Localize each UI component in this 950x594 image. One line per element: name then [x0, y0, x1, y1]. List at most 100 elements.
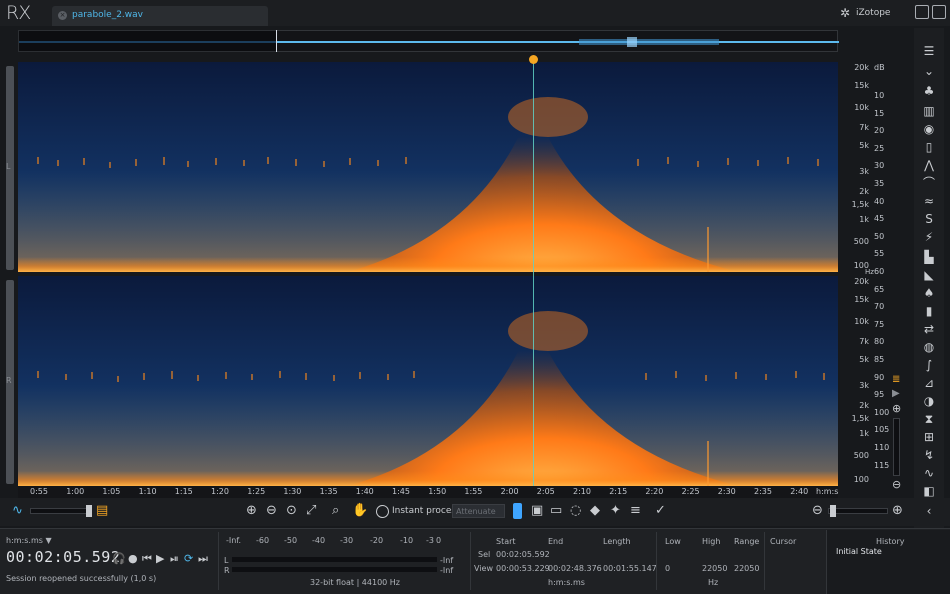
history-item[interactable]: Initial State: [836, 547, 882, 556]
meter-scale-label: -60: [256, 536, 270, 545]
check-icon[interactable]: ✓: [655, 504, 666, 518]
rewind-button-icon[interactable]: ⏮: [142, 552, 152, 566]
spectrogram-blend-slider[interactable]: [30, 508, 92, 514]
collapse-toolbar-icon[interactable]: ‹: [922, 504, 936, 518]
zoom-in-horizontal-icon[interactable]: ⊕: [892, 504, 903, 518]
divider: [218, 532, 219, 590]
time-frequency-selection-icon[interactable]: ▭: [550, 504, 562, 518]
dehum-icon[interactable]: ◉: [922, 122, 936, 136]
header-high: High: [702, 537, 721, 546]
view-end-value[interactable]: 00:02:48.376: [548, 564, 602, 573]
leveler-icon[interactable]: ♠: [922, 286, 936, 300]
gain-icon[interactable]: ⊞: [922, 430, 936, 444]
settings-icon[interactable]: [915, 5, 929, 19]
sel-start-value[interactable]: 00:02:05.592: [496, 550, 550, 559]
zoom-in-icon[interactable]: ⊕: [246, 504, 257, 518]
forward-button-icon[interactable]: ⏭: [198, 552, 208, 566]
monitor-headphone-icon[interactable]: 🎧: [112, 552, 126, 565]
rx-logo: RX: [6, 2, 31, 24]
fade-icon[interactable]: ⊿: [922, 376, 936, 390]
frequency-scale[interactable]: 20k 15k 10k 7k 5k 3k 2k 1,5k 1k 500 100 20k 15k 10k 7k…: [838, 62, 874, 486]
view-start-value[interactable]: 00:00:53.229: [496, 564, 550, 573]
resample-icon[interactable]: ↯: [922, 448, 936, 462]
spectrogram-view-icon[interactable]: ▤: [96, 504, 108, 518]
loudness-icon[interactable]: ▮: [922, 304, 936, 318]
spectrum-colormap-icon[interactable]: ≣: [892, 374, 900, 385]
horizontal-zoom-handle[interactable]: [830, 505, 836, 517]
denoise-icon[interactable]: ≈: [922, 194, 936, 208]
spectrogram-left[interactable]: [18, 62, 838, 272]
play-selection-icon[interactable]: ⏯: [170, 552, 179, 566]
time-format-selector[interactable]: h:m:s.ms ▼: [6, 536, 52, 545]
spectrogram-right[interactable]: [18, 276, 838, 486]
time-tick-label: 1:15: [174, 487, 193, 496]
harmonic-selection-icon[interactable]: ≡: [630, 504, 641, 518]
horizontal-zoom-slider[interactable]: [828, 508, 888, 514]
close-tab-icon[interactable]: ×: [58, 11, 67, 20]
playhead-line[interactable]: [533, 60, 534, 490]
overview-view-range[interactable]: [276, 30, 838, 52]
view-range-value[interactable]: 22050: [734, 564, 759, 573]
attenuate-dropdown[interactable]: Attenuate: [452, 504, 505, 518]
zoom-tool-icon[interactable]: ⌕: [332, 504, 339, 518]
breath-control-icon[interactable]: ◍: [922, 340, 936, 354]
db-tick-label: 90: [874, 372, 885, 382]
frequency-selection-tool-icon[interactable]: ▣: [531, 504, 543, 518]
vertical-zoom-slider[interactable]: [893, 418, 900, 476]
view-high-value[interactable]: 22050: [702, 564, 727, 573]
db-tick-label: 85: [874, 355, 885, 364]
decrackle-icon[interactable]: ▥: [922, 104, 936, 118]
spectrogram-blend-handle[interactable]: [86, 505, 92, 517]
variable-gain-icon[interactable]: ◑: [922, 394, 936, 408]
zoom-selection-icon[interactable]: ⊙: [286, 504, 297, 518]
declick-icon[interactable]: ♣: [922, 84, 936, 98]
time-tick-label: 2:15: [609, 487, 628, 496]
dereverb-icon[interactable]: ⌒: [922, 176, 936, 190]
loop-button-icon[interactable]: ⟳: [184, 552, 193, 565]
mouth-declick-icon[interactable]: ▯: [922, 140, 936, 154]
meter-left-bar: [232, 557, 437, 562]
zoom-in-vertical-icon[interactable]: ⊕: [892, 402, 901, 415]
scale-flag-icon[interactable]: ▶: [892, 388, 900, 399]
view-length-value[interactable]: 00:01:55.147: [603, 564, 657, 573]
deconstruct-icon[interactable]: ⧗: [922, 412, 936, 426]
ambience-match-icon[interactable]: ⇄: [922, 322, 936, 336]
db-tick-label: 30: [874, 161, 885, 171]
declip-icon[interactable]: ⋀: [922, 158, 936, 172]
dialogue-denoise-icon[interactable]: ⚡: [922, 230, 936, 244]
zoom-out-icon[interactable]: ⊖: [266, 504, 277, 518]
eq-icon[interactable]: ◣: [922, 268, 936, 282]
db-tick-label: 110: [874, 443, 890, 452]
waveform-view-icon[interactable]: ∿: [12, 504, 23, 518]
playhead-marker-icon[interactable]: [529, 55, 538, 64]
lasso-tool-icon[interactable]: ◌: [570, 504, 581, 518]
file-tab[interactable]: × parabole_2.wav: [52, 6, 268, 26]
magic-wand-icon[interactable]: ✦: [610, 504, 621, 518]
time-tick-label: 2:30: [717, 487, 736, 496]
db-tick-label: 20: [874, 126, 885, 136]
plugin-icon[interactable]: ◧: [922, 484, 936, 498]
meter-scale-label: 0: [436, 536, 442, 545]
play-button-icon[interactable]: ▶: [156, 552, 164, 565]
time-pitch-icon[interactable]: ∫: [922, 358, 936, 372]
view-low-value[interactable]: 0: [665, 564, 670, 573]
db-tick-label: 10: [874, 91, 885, 100]
de-ess-icon[interactable]: S: [922, 212, 936, 226]
module-dropdown-icon[interactable]: ⌄: [922, 64, 936, 78]
db-tick-label: 70: [874, 302, 885, 312]
zoom-fit-icon[interactable]: ⤢: [306, 504, 316, 518]
phase-icon[interactable]: ∿: [922, 466, 936, 480]
time-tick-label: 2:35: [754, 487, 772, 496]
time-ruler[interactable]: 0:55 1:00 1:05 1:10 1:15 1:20 1:25 1:30 1:35 1:40…: [18, 486, 838, 498]
record-button-icon[interactable]: ●: [128, 552, 138, 565]
hand-tool-icon[interactable]: ✋: [352, 504, 368, 518]
help-icon[interactable]: [932, 5, 946, 19]
brush-tool-icon[interactable]: ◆: [590, 504, 600, 518]
zoom-out-horizontal-icon[interactable]: ⊖: [812, 504, 823, 518]
spectral-repair-icon[interactable]: ▙: [922, 250, 936, 264]
module-list-icon[interactable]: ☰: [922, 44, 936, 58]
db-tick-label: 50: [874, 231, 885, 241]
zoom-out-vertical-icon[interactable]: ⊖: [892, 478, 901, 491]
time-selection-tool-icon[interactable]: [513, 503, 522, 519]
instant-process-toggle[interactable]: [376, 505, 389, 518]
